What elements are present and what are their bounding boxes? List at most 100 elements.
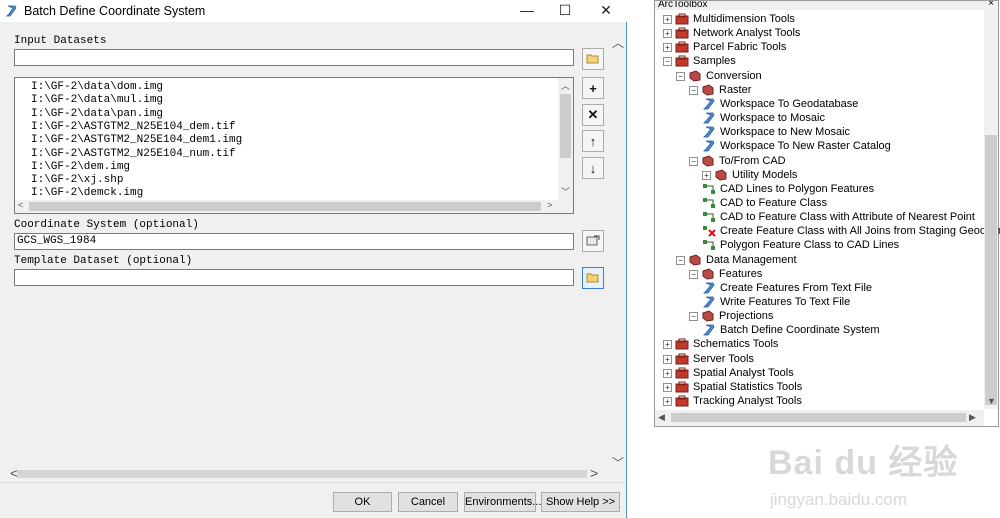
tree-item-label: Multidimension Tools [693, 13, 795, 25]
dataset-list-item[interactable]: I:\GF-2\ASTGTM2_N25E104_dem.tif [31, 121, 236, 134]
scroll-up-icon[interactable]: ︿ [561, 79, 570, 92]
tree-item-label: Workspace To Geodatabase [720, 97, 859, 110]
expand-icon[interactable]: + [702, 170, 711, 180]
arctoolbox-panel: ArcToolbox × + Multidimension Tools + Netwo… [654, 0, 1000, 427]
datasets-list[interactable]: I:\GF-2\data\dom.img I:\GF-2\data\mul.img… [14, 77, 574, 214]
dialog-horizontal-thumb[interactable] [17, 470, 587, 478]
dataset-list-item[interactable]: I:\GF-2\xj.shp [31, 174, 123, 187]
collapse-icon[interactable]: − [689, 312, 698, 322]
tree-item-label: Polygon Feature Class to CAD Lines [720, 239, 900, 252]
add-dataset-button[interactable]: + [582, 77, 604, 99]
script-icon [702, 98, 716, 110]
window-title: Batch Define Coordinate System [24, 4, 206, 18]
dataset-list-item[interactable]: I:\GF-2\dem.img [31, 161, 130, 174]
maximize-button[interactable]: ☐ [545, 0, 585, 22]
tree-item-label: Projections [719, 310, 774, 323]
toolbox-vertical-thumb[interactable] [985, 135, 997, 405]
list-vertical-thumb[interactable] [560, 94, 571, 158]
scroll-right-icon[interactable]: > [547, 200, 552, 210]
arctoolbox-title-bar[interactable]: ArcToolbox × [655, 1, 998, 10]
list-horizontal-thumb[interactable] [29, 202, 541, 211]
dataset-list-item[interactable]: I:\GF-2\ASTGTM2_N25E104_num.tif [31, 148, 236, 161]
coordinate-system-label: Coordinate System (optional) [14, 219, 199, 231]
script-tool-icon [6, 5, 17, 17]
toolset-icon [688, 253, 702, 266]
ok-button[interactable]: OK [333, 492, 392, 512]
list-horizontal-scrollbar[interactable]: < > [15, 200, 573, 213]
dataset-list-item[interactable]: I:\GF-2\data\dom.img [31, 81, 163, 94]
title-bar[interactable]: Batch Define Coordinate System — ☐ ✕ [0, 0, 627, 22]
expand-icon[interactable]: + [663, 29, 672, 39]
scroll-up-icon[interactable]: ︿ [612, 34, 624, 51]
template-dataset-field[interactable] [14, 269, 574, 286]
dialog-footer: OK Cancel Environments... Show Help >> [0, 482, 626, 518]
scroll-left-icon[interactable]: ◀ [658, 412, 665, 423]
expand-icon[interactable]: + [663, 43, 672, 53]
baidu-watermark: Bai du 经验 jingyan.baidu.com [760, 435, 1000, 518]
toolset-icon [701, 268, 715, 280]
dataset-list-item[interactable]: I:\GF-2\demck.img [31, 187, 143, 200]
tree-item-label: Conversion [706, 69, 762, 82]
list-vertical-scrollbar[interactable]: ︿ ﹀ [558, 78, 573, 200]
dialog-content: Input Datasets I:\GF-2\data\dom.img I:\GF… [0, 22, 626, 481]
dataset-list-item[interactable]: I:\GF-2\data\mul.img [31, 94, 163, 107]
tree-item-label: CAD Lines to Polygon Features [720, 182, 875, 195]
dialog-horizontal-scrollbar[interactable]: < > [0, 465, 606, 481]
collapse-icon[interactable]: − [663, 57, 672, 67]
browse-template-button[interactable] [582, 267, 604, 289]
expand-icon[interactable]: + [663, 368, 672, 378]
dialog-vertical-scrollbar[interactable]: ︿ ﹀ [609, 34, 626, 471]
expand-icon[interactable]: + [663, 354, 672, 364]
spatial-reference-button[interactable] [582, 230, 604, 252]
dataset-list-item[interactable]: I:\GF-2\ASTGTM2_N25E104_dem1.img [31, 134, 242, 147]
collapse-icon[interactable]: − [689, 85, 698, 95]
expand-icon[interactable]: + [663, 397, 672, 407]
tree-item-label: Write Features To Text File [720, 296, 851, 308]
expand-icon[interactable]: + [663, 340, 672, 350]
close-icon[interactable]: × [988, 1, 994, 9]
toolbox-horizontal-thumb[interactable] [671, 413, 966, 422]
minimize-button[interactable]: — [507, 0, 547, 22]
collapse-icon[interactable]: − [689, 269, 698, 279]
expand-icon[interactable]: + [663, 15, 672, 24]
input-datasets-field[interactable] [14, 49, 574, 66]
browse-input-button[interactable] [582, 48, 604, 70]
toolbox-icon [675, 55, 689, 67]
toolbox-vertical-scrollbar[interactable]: ▼ [984, 10, 998, 409]
close-button[interactable]: ✕ [586, 0, 626, 22]
tree-item-label: Raster [719, 83, 752, 96]
coordinate-system-field[interactable]: GCS_WGS_1984 [14, 233, 574, 250]
toolset-icon [688, 70, 702, 82]
template-dataset-label: Template Dataset (optional) [14, 255, 193, 267]
show-help-button[interactable]: Show Help >> [541, 492, 620, 512]
script-icon [702, 126, 716, 138]
scroll-down-icon[interactable]: ▼ [987, 396, 996, 406]
model-icon [702, 197, 716, 209]
toolbox-icon [675, 13, 689, 25]
model-icon [702, 183, 716, 195]
open-folder-icon [586, 54, 599, 64]
scroll-right-icon[interactable]: > [590, 465, 598, 481]
cancel-button[interactable]: Cancel [398, 492, 458, 512]
collapse-icon[interactable]: − [676, 71, 685, 81]
toolbox-icon [675, 41, 689, 53]
scroll-down-icon[interactable]: ﹀ [561, 185, 570, 198]
move-down-button[interactable]: ↓ [582, 157, 604, 179]
dataset-list-item[interactable]: I:\GF-2\data\pan.img [31, 108, 163, 121]
scroll-left-icon[interactable]: < [18, 200, 23, 210]
model-error-icon [702, 225, 716, 237]
tree-item-label: Tracking Analyst Tools [693, 395, 802, 408]
toolbox-horizontal-scrollbar[interactable]: ◀ ▶ [655, 410, 984, 426]
toolset-icon [701, 84, 715, 96]
scroll-down-icon[interactable]: ﹀ [612, 454, 624, 471]
tree-item-label: Spatial Statistics Tools [693, 380, 803, 393]
spatial-reference-icon [586, 235, 600, 246]
collapse-icon[interactable]: − [689, 156, 698, 166]
remove-dataset-button[interactable]: ✕ [582, 104, 604, 126]
move-up-button[interactable]: ↑ [582, 130, 604, 152]
expand-icon[interactable]: + [663, 382, 672, 392]
environments-button[interactable]: Environments... [464, 492, 541, 512]
collapse-icon[interactable]: − [676, 255, 685, 265]
tree-item-label: Data Management [706, 253, 797, 266]
scroll-right-icon[interactable]: ▶ [969, 412, 976, 423]
